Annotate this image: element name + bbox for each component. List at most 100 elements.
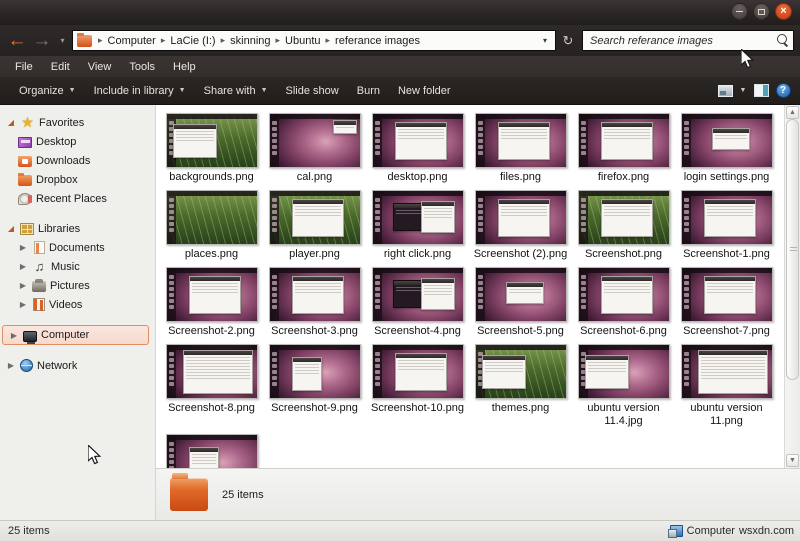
file-item[interactable]: cal.png bbox=[263, 113, 366, 184]
collapsed-triangle-icon[interactable]: ▶ bbox=[18, 300, 28, 309]
sidebar-item-recent-places[interactable]: Recent Places bbox=[0, 189, 155, 208]
title-bar: × bbox=[0, 0, 800, 25]
sidebar-item-music[interactable]: ▶ ♫ Music bbox=[0, 257, 155, 276]
file-item[interactable]: Screenshot-7.png bbox=[675, 267, 778, 338]
file-item[interactable]: Screenshot-10.png bbox=[366, 344, 469, 428]
file-item[interactable]: files.png bbox=[469, 113, 572, 184]
address-bar[interactable]: ▸ Computer ▸ LaCie (I:) ▸ skinning ▸ Ubu… bbox=[72, 30, 556, 51]
sidebar-group-libraries[interactable]: ◢ Libraries bbox=[0, 219, 155, 238]
sidebar-group-favorites[interactable]: ◢ ★ Favorites bbox=[0, 113, 155, 132]
videos-icon bbox=[33, 298, 45, 311]
forward-button[interactable]: → bbox=[31, 30, 53, 52]
chevron-down-icon[interactable]: ▾ bbox=[539, 36, 551, 45]
file-item[interactable]: right click.png bbox=[366, 190, 469, 261]
file-name: Screenshot-9.png bbox=[264, 402, 366, 415]
sidebar-spacer bbox=[0, 345, 155, 356]
sidebar-item-computer[interactable]: ▶ Computer bbox=[2, 325, 149, 345]
sidebar-item-network[interactable]: ▶ Network bbox=[0, 356, 155, 375]
maximize-button[interactable] bbox=[753, 3, 770, 20]
file-item[interactable]: Screenshot-6.png bbox=[572, 267, 675, 338]
file-item[interactable]: Screenshot-8.png bbox=[160, 344, 263, 428]
change-view-button[interactable] bbox=[714, 81, 736, 101]
breadcrumb-separator: ▸ bbox=[159, 35, 168, 46]
minimize-button[interactable] bbox=[731, 3, 748, 20]
new-folder-button[interactable]: New folder bbox=[389, 82, 460, 100]
scrollbar-track[interactable] bbox=[786, 119, 799, 454]
file-item[interactable]: desktop.png bbox=[366, 113, 469, 184]
file-item[interactable]: Screenshot-2.png bbox=[160, 267, 263, 338]
watermark-text-a: Computer bbox=[687, 525, 735, 537]
file-item[interactable]: Screenshot (2).png bbox=[469, 190, 572, 261]
burn-button[interactable]: Burn bbox=[348, 82, 389, 100]
menu-edit[interactable]: Edit bbox=[43, 59, 78, 75]
collapsed-triangle-icon[interactable]: ▶ bbox=[18, 281, 28, 290]
sidebar-item-desktop[interactable]: Desktop bbox=[0, 132, 155, 151]
search-box[interactable] bbox=[582, 30, 794, 51]
menu-view[interactable]: View bbox=[80, 59, 120, 75]
file-item[interactable]: Screenshot-4.png bbox=[366, 267, 469, 338]
file-name: Screenshot-6.png bbox=[573, 325, 675, 338]
file-thumbnail bbox=[372, 190, 464, 245]
share-with-label: Share with bbox=[204, 85, 256, 97]
refresh-button[interactable]: ↻ bbox=[559, 33, 577, 49]
collapsed-triangle-icon[interactable]: ▶ bbox=[18, 243, 28, 252]
help-button[interactable]: ? bbox=[772, 81, 794, 101]
menu-tools[interactable]: Tools bbox=[121, 59, 163, 75]
collapsed-triangle-icon[interactable]: ▶ bbox=[18, 262, 28, 271]
sidebar-label: Desktop bbox=[36, 136, 76, 148]
scrollbar-thumb[interactable] bbox=[786, 119, 799, 380]
include-in-library-button[interactable]: Include in library ▼ bbox=[85, 82, 195, 100]
file-item[interactable]: ubuntu version 11.4.jpg bbox=[572, 344, 675, 428]
sidebar-item-downloads[interactable]: Downloads bbox=[0, 151, 155, 170]
file-item[interactable]: Screenshot-9.png bbox=[263, 344, 366, 428]
breadcrumb-item-lacie[interactable]: LaCie (I:) bbox=[169, 35, 216, 47]
file-thumbnail bbox=[475, 113, 567, 168]
file-item[interactable]: backgrounds.png bbox=[160, 113, 263, 184]
collapsed-triangle-icon[interactable]: ▶ bbox=[6, 361, 16, 370]
change-view-dropdown[interactable]: ▼ bbox=[736, 81, 750, 101]
sidebar-item-dropbox[interactable]: Dropbox bbox=[0, 170, 155, 189]
file-item[interactable]: firefox.png bbox=[572, 113, 675, 184]
file-item[interactable]: Screenshot-3.png bbox=[263, 267, 366, 338]
search-input[interactable] bbox=[590, 35, 776, 47]
breadcrumb-item-ubuntu[interactable]: Ubuntu bbox=[284, 35, 321, 47]
file-item[interactable]: player.png bbox=[263, 190, 366, 261]
close-button[interactable]: × bbox=[775, 3, 792, 20]
preview-pane-button[interactable] bbox=[750, 81, 772, 101]
breadcrumb-item-computer[interactable]: Computer bbox=[107, 35, 157, 47]
organize-button[interactable]: Organize ▼ bbox=[10, 82, 85, 100]
sidebar-item-documents[interactable]: ▶ Documents bbox=[0, 238, 155, 257]
scroll-up-button[interactable]: ▲ bbox=[786, 106, 799, 119]
scroll-down-button[interactable]: ▼ bbox=[786, 454, 799, 467]
expanded-triangle-icon[interactable]: ◢ bbox=[6, 118, 16, 127]
file-item[interactable]: themes.png bbox=[469, 344, 572, 428]
breadcrumb-item-skinning[interactable]: skinning bbox=[229, 35, 271, 47]
share-with-button[interactable]: Share with ▼ bbox=[195, 82, 277, 100]
file-item[interactable]: login settings.png bbox=[675, 113, 778, 184]
file-name: Screenshot-8.png bbox=[161, 402, 263, 415]
file-item[interactable]: places.png bbox=[160, 190, 263, 261]
collapsed-triangle-icon[interactable]: ▶ bbox=[9, 331, 19, 340]
libraries-icon bbox=[20, 223, 34, 235]
recent-pages-button[interactable]: ▾ bbox=[56, 36, 69, 45]
file-item[interactable]: Screenshot.png bbox=[572, 190, 675, 261]
sidebar-label: Pictures bbox=[50, 280, 90, 292]
sidebar-item-pictures[interactable]: ▶ Pictures bbox=[0, 276, 155, 295]
file-item[interactable]: Screenshot-5.png bbox=[469, 267, 572, 338]
menu-file[interactable]: File bbox=[7, 59, 41, 75]
file-thumbnail bbox=[475, 344, 567, 399]
navigation-pane: ◢ ★ Favorites Desktop Downloads Dropbox … bbox=[0, 105, 156, 520]
expanded-triangle-icon[interactable]: ◢ bbox=[6, 224, 16, 233]
menu-help[interactable]: Help bbox=[165, 59, 204, 75]
vertical-scrollbar[interactable]: ▲ ▼ bbox=[784, 105, 800, 468]
back-button[interactable]: ← bbox=[6, 30, 28, 52]
sidebar-label: Recent Places bbox=[36, 193, 107, 205]
file-grid[interactable]: backgrounds.pngcal.pngdesktop.pngfiles.p… bbox=[156, 105, 784, 468]
breadcrumb-item-referance-images[interactable]: referance images bbox=[334, 35, 421, 47]
file-item[interactable]: Screenshot-1.png bbox=[675, 190, 778, 261]
computer-icon bbox=[23, 331, 37, 342]
slide-show-button[interactable]: Slide show bbox=[277, 82, 348, 100]
file-item[interactable] bbox=[160, 434, 263, 468]
file-item[interactable]: ubuntu version 11.png bbox=[675, 344, 778, 428]
sidebar-item-videos[interactable]: ▶ Videos bbox=[0, 295, 155, 314]
